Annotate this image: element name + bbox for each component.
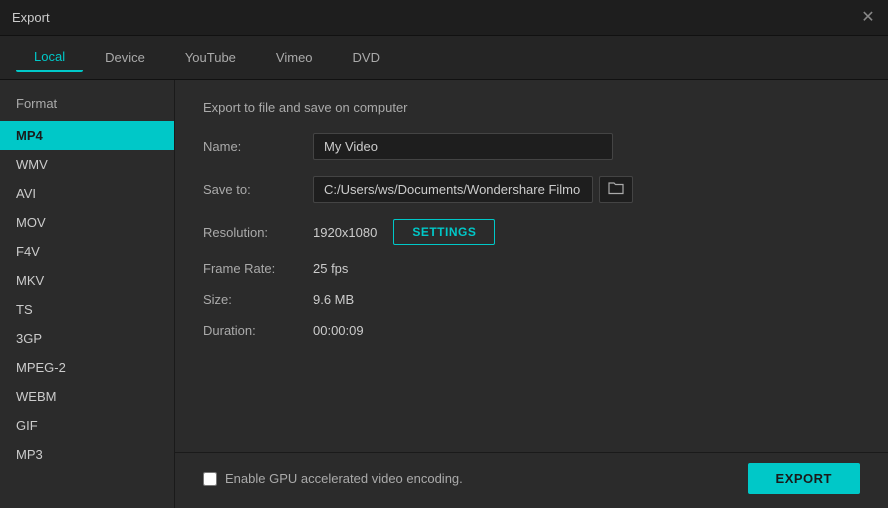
tab-dvd[interactable]: DVD (335, 44, 398, 71)
content-area: Format MP4 WMV AVI MOV F4V MKV TS 3GP MP… (0, 80, 888, 508)
sidebar-item-mov[interactable]: MOV (0, 208, 174, 237)
main-subtitle: Export to file and save on computer (203, 100, 860, 115)
save-to-label: Save to: (203, 182, 313, 197)
duration-value: 00:00:09 (313, 323, 364, 338)
resolution-label: Resolution: (203, 225, 313, 240)
tab-youtube[interactable]: YouTube (167, 44, 254, 71)
save-to-row: Save to: (203, 176, 860, 203)
resolution-row: Resolution: 1920x1080 SETTINGS (203, 219, 860, 245)
sidebar-item-mpeg2[interactable]: MPEG-2 (0, 353, 174, 382)
sidebar-item-webm[interactable]: WEBM (0, 382, 174, 411)
sidebar-item-gif[interactable]: GIF (0, 411, 174, 440)
size-label: Size: (203, 292, 313, 307)
export-button[interactable]: EXPORT (748, 463, 860, 494)
main-panel: Export to file and save on computer Name… (175, 80, 888, 452)
sidebar-item-mkv[interactable]: MKV (0, 266, 174, 295)
frame-rate-row: Frame Rate: 25 fps (203, 261, 860, 276)
name-input[interactable] (313, 133, 613, 160)
gpu-checkbox[interactable] (203, 472, 217, 486)
settings-button[interactable]: SETTINGS (393, 219, 495, 245)
duration-row: Duration: 00:00:09 (203, 323, 860, 338)
save-to-controls (313, 176, 633, 203)
sidebar-item-3gp[interactable]: 3GP (0, 324, 174, 353)
gpu-label-text: Enable GPU accelerated video encoding. (225, 471, 463, 486)
sidebar-item-mp3[interactable]: MP3 (0, 440, 174, 469)
duration-label: Duration: (203, 323, 313, 338)
save-to-input[interactable] (313, 176, 593, 203)
sidebar-item-ts[interactable]: TS (0, 295, 174, 324)
frame-rate-label: Frame Rate: (203, 261, 313, 276)
tab-local[interactable]: Local (16, 43, 83, 72)
sidebar-format-header: Format (0, 92, 174, 121)
resolution-controls: 1920x1080 SETTINGS (313, 219, 495, 245)
sidebar-item-avi[interactable]: AVI (0, 179, 174, 208)
sidebar-item-f4v[interactable]: F4V (0, 237, 174, 266)
bottom-bar: Enable GPU accelerated video encoding. E… (175, 452, 888, 508)
tab-device[interactable]: Device (87, 44, 163, 71)
name-row: Name: (203, 133, 860, 160)
tab-vimeo[interactable]: Vimeo (258, 44, 331, 71)
frame-rate-value: 25 fps (313, 261, 348, 276)
format-sidebar: Format MP4 WMV AVI MOV F4V MKV TS 3GP MP… (0, 80, 175, 508)
title-bar: Export ✕ (0, 0, 888, 36)
sidebar-item-wmv[interactable]: WMV (0, 150, 174, 179)
size-value: 9.6 MB (313, 292, 354, 307)
close-button[interactable]: ✕ (860, 10, 876, 26)
size-row: Size: 9.6 MB (203, 292, 860, 307)
browse-folder-button[interactable] (599, 176, 633, 203)
tab-bar: Local Device YouTube Vimeo DVD (0, 36, 888, 80)
sidebar-item-mp4[interactable]: MP4 (0, 121, 174, 150)
window-title: Export (12, 10, 50, 25)
gpu-encoding-label[interactable]: Enable GPU accelerated video encoding. (203, 471, 463, 486)
name-label: Name: (203, 139, 313, 154)
resolution-value: 1920x1080 (313, 225, 377, 240)
